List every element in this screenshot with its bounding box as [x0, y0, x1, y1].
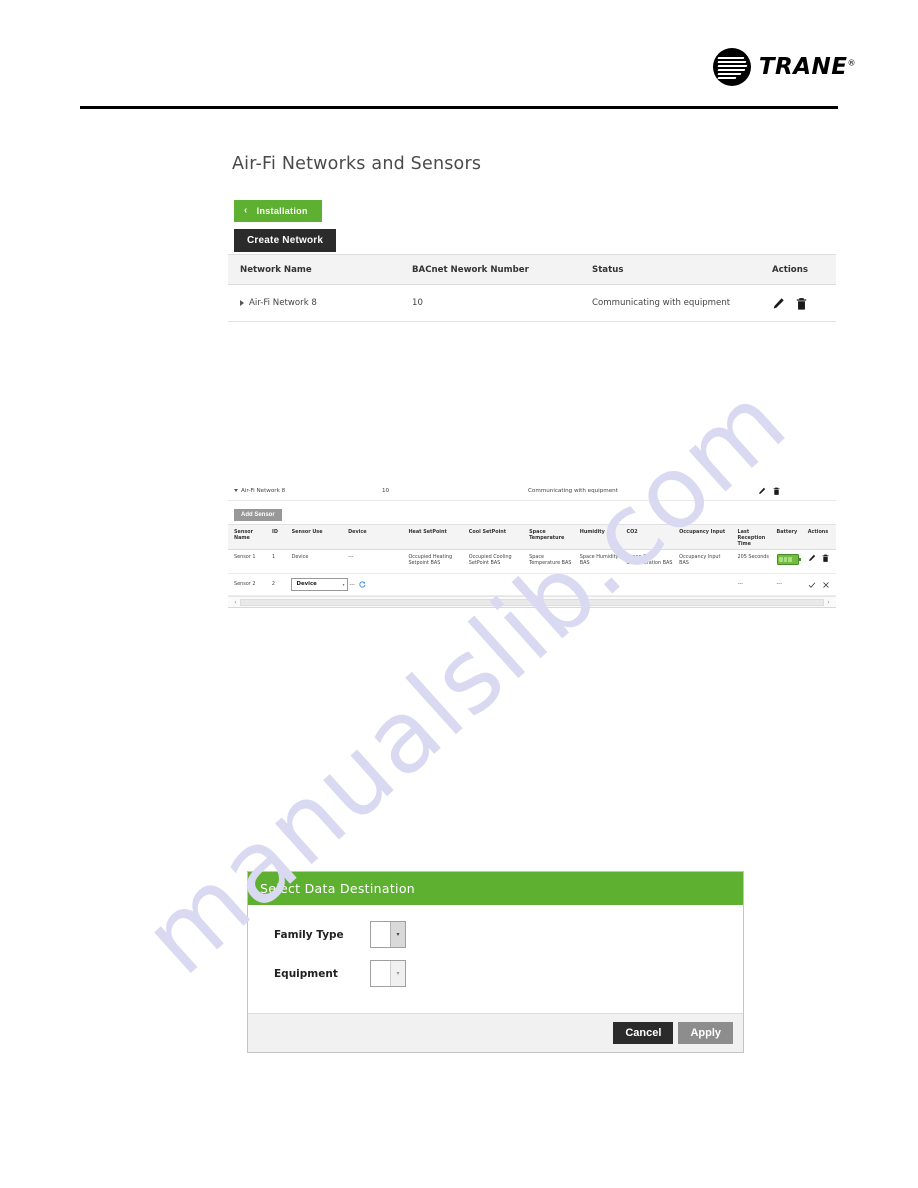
sensor-space-temperature-cell: Space Temperature BAS — [529, 554, 572, 567]
equipment-field: Equipment ▾ — [260, 960, 731, 987]
network-name-text: Air-Fi Network 8 — [249, 298, 317, 308]
sensor-occupancy-input-cell: Occupancy Input BAS — [679, 554, 721, 567]
column-header-status: Status — [592, 264, 624, 275]
battery-full-icon — [776, 554, 801, 565]
expanded-network-bacnet-cell: 10 — [382, 488, 390, 494]
sensor-use-cell: Device — [291, 554, 309, 560]
sensor-cool-setpoint-cell: Occupied Cooling SetPoint BAS — [468, 554, 512, 567]
edit-pencil-icon[interactable] — [808, 554, 816, 562]
column-header-id: ID — [272, 529, 278, 535]
column-header-device: Device — [348, 529, 367, 535]
cancel-x-icon[interactable] — [822, 581, 830, 589]
delete-trash-icon[interactable] — [773, 487, 780, 495]
family-type-field: Family Type ▾ — [260, 921, 731, 948]
chevron-down-icon: ▾ — [390, 961, 405, 986]
edit-pencil-icon[interactable] — [772, 297, 785, 310]
sensor-device-cell[interactable]: --- — [346, 581, 406, 588]
add-sensor-button[interactable]: Add Sensor — [234, 509, 282, 521]
sensor-use-select-value: Device — [296, 581, 317, 588]
sensor-actions-cell — [805, 581, 836, 589]
expanded-network-name-text: Air-Fi Network 8 — [241, 488, 286, 494]
delete-trash-icon[interactable] — [822, 554, 829, 562]
horizontal-scrollbar[interactable]: ‹ › — [228, 596, 836, 607]
collapse-triangle-icon[interactable] — [234, 489, 238, 492]
expand-triangle-icon[interactable] — [240, 299, 244, 306]
equipment-label: Equipment — [274, 967, 338, 980]
select-data-destination-dialog: Select Data Destination Family Type ▾ Eq… — [247, 871, 744, 1053]
family-type-label: Family Type — [274, 928, 344, 941]
sensor-battery-cell — [774, 554, 805, 567]
scroll-right-arrow-icon[interactable]: › — [824, 599, 833, 606]
column-header-actions: Actions — [772, 264, 808, 275]
sensor-name-cell: Sensor 1 — [234, 554, 256, 560]
networks-table-header: Network Name BACnet Nework Number Status… — [228, 254, 836, 285]
expanded-network-row[interactable]: Air-Fi Network 8 10 Communicating with e… — [228, 482, 836, 501]
column-header-battery: Battery — [776, 529, 798, 535]
cancel-button[interactable]: Cancel — [613, 1022, 674, 1044]
family-type-select-value — [371, 922, 390, 947]
page-content: Air-Fi Networks and Sensors ‹ Installati… — [0, 0, 918, 1188]
edit-pencil-icon[interactable] — [758, 487, 766, 495]
sensor-last-reception-time-cell: --- — [737, 581, 744, 588]
column-header-cool-setpoint: Cool SetPoint — [468, 529, 507, 535]
family-type-select[interactable]: ▾ — [370, 921, 406, 948]
sensor-device-value: --- — [349, 581, 355, 588]
column-header-heat-setpoint: Heat SetPoint — [408, 529, 447, 535]
expanded-network-actions-cell — [758, 487, 836, 495]
table-row[interactable]: Air-Fi Network 8 10 Communicating with e… — [228, 285, 836, 322]
installation-button-label: Installation — [256, 206, 308, 216]
column-header-co2: CO2 — [626, 529, 638, 535]
column-header-sensor-use: Sensor Use — [291, 529, 323, 535]
column-header-network-name: Network Name — [240, 264, 312, 275]
sensor-id-cell: 1 — [272, 554, 276, 560]
sensor-name-cell: Sensor 2 — [234, 581, 256, 588]
scroll-left-arrow-icon[interactable]: ‹ — [231, 599, 240, 606]
sensor-heat-setpoint-cell: Occupied Heating Setpoint BAS — [408, 554, 453, 567]
column-header-sensor-name: Sensor Name — [234, 529, 254, 542]
column-header-last-reception-time: Last Reception Time — [737, 529, 766, 548]
column-header-occupancy-input: Occupancy Input — [679, 529, 726, 535]
equipment-select-value — [371, 961, 390, 986]
sensor-device-cell: --- — [348, 554, 354, 560]
dialog-body: Family Type ▾ Equipment ▾ — [248, 905, 743, 1014]
scrollbar-track[interactable] — [240, 598, 824, 606]
dialog-title: Select Data Destination — [248, 872, 743, 905]
confirm-check-icon[interactable] — [808, 581, 816, 589]
equipment-select[interactable]: ▾ — [370, 960, 406, 987]
chevron-down-icon: ▾ — [390, 922, 405, 947]
column-header-bacnet-number: BACnet Nework Number — [412, 264, 529, 275]
network-status-cell: Communicating with equipment — [592, 298, 731, 308]
page-title: Air-Fi Networks and Sensors — [232, 154, 482, 174]
sensor-battery-cell: --- — [776, 581, 782, 588]
column-header-sensor-actions: Actions — [807, 529, 829, 535]
apply-button[interactable]: Apply — [678, 1022, 733, 1044]
sensor-use-cell[interactable]: Device ▾ — [288, 578, 349, 591]
dialog-footer: Cancel Apply — [248, 1014, 743, 1052]
sensors-table-header: Sensor Name ID Sensor Use Device Heat Se… — [228, 524, 836, 550]
table-row[interactable]: Sensor 2 2 Device ▾ --- --- --- — [228, 574, 836, 596]
sensor-co2-cell: Space CO2 Concentration BAS — [626, 554, 673, 567]
sensor-use-select[interactable]: Device ▾ — [291, 578, 349, 591]
expanded-network-status-cell: Communicating with equipment — [528, 488, 618, 494]
column-header-humidity: Humidity — [579, 529, 605, 535]
column-header-space-temperature: Space Temperature — [529, 529, 565, 542]
refresh-icon[interactable] — [359, 581, 366, 588]
network-name-cell[interactable]: Air-Fi Network 8 — [228, 298, 412, 308]
sensors-panel: Air-Fi Network 8 10 Communicating with e… — [228, 482, 836, 608]
delete-trash-icon[interactable] — [796, 297, 807, 310]
installation-back-button[interactable]: ‹ Installation — [234, 200, 322, 222]
sensor-actions-cell — [805, 554, 836, 562]
chevron-left-icon: ‹ — [244, 205, 248, 216]
create-network-button[interactable]: Create Network — [234, 229, 337, 252]
sensor-humidity-cell: Space Humidity BAS — [579, 554, 619, 567]
sensor-last-reception-time-cell: 205 Seconds — [737, 554, 769, 560]
table-row[interactable]: Sensor 1 1 Device --- Occupied Heating S… — [228, 550, 836, 574]
network-actions-cell — [772, 297, 836, 310]
networks-table: Network Name BACnet Nework Number Status… — [228, 254, 836, 322]
expanded-network-name-cell[interactable]: Air-Fi Network 8 — [228, 488, 382, 494]
sensor-id-cell: 2 — [271, 581, 276, 588]
network-bacnet-number-cell: 10 — [412, 298, 423, 308]
